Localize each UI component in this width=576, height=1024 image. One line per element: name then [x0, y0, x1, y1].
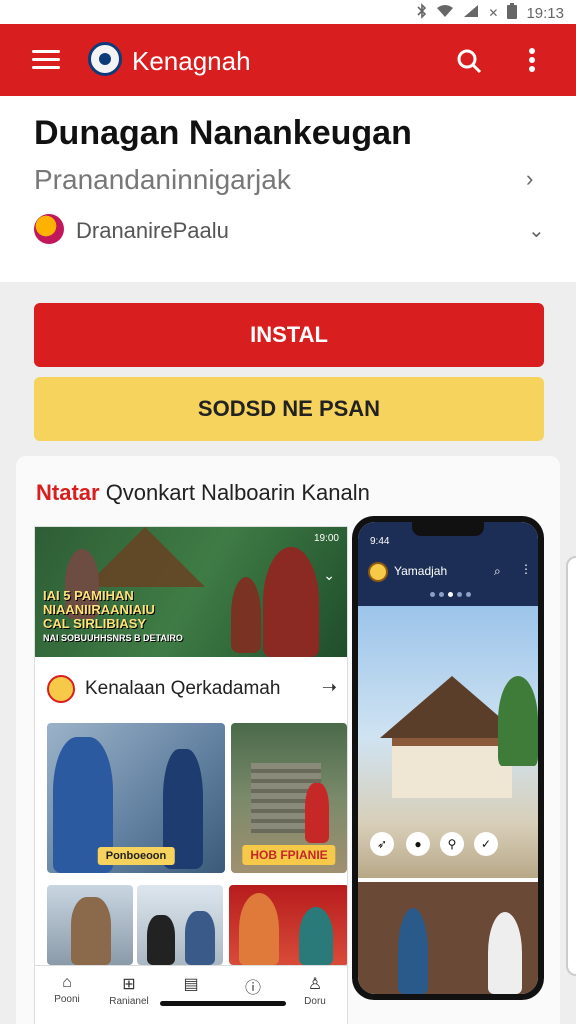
- gallery-title-text: Qvonkart Nalboarin Kanaln: [99, 480, 370, 505]
- location-pin-icon[interactable]: ⚲: [440, 832, 464, 856]
- banner-line: NIAANIIRAANIAIU: [43, 602, 155, 617]
- nav-item-info[interactable]: ⓘ: [223, 974, 283, 1000]
- banner-line: CAL SIRLIBIASY: [43, 616, 147, 631]
- person-figure: [239, 893, 279, 965]
- app-subtitle[interactable]: Pranandaninnigarjak: [34, 164, 291, 196]
- nav-label: Doru: [304, 996, 326, 1007]
- app-logo: [88, 42, 122, 76]
- developer-name[interactable]: DrananirePaalu: [76, 218, 229, 244]
- gallery-title: Ntatar Qvonkart Nalboarin Kanaln: [36, 480, 370, 506]
- banner-line: IAI 5 PAMIHAN: [43, 588, 134, 603]
- nav-item-home[interactable]: ⌂ Pooni: [37, 974, 97, 1005]
- app-bar: Kenagnah: [0, 24, 576, 96]
- person-figure: [147, 915, 175, 965]
- carousel-dot[interactable]: [439, 592, 444, 597]
- mute-icon: ✕: [488, 6, 499, 20]
- carousel-dot[interactable]: [466, 592, 471, 597]
- home-indicator: [160, 1001, 286, 1006]
- signal-icon: [463, 4, 479, 22]
- developer-avatar: [34, 214, 64, 244]
- section-logo-icon: [47, 675, 75, 703]
- app-detail-page: ✕ 19:13 Kenagnah Dunagan Nanankeugan Pra…: [0, 0, 576, 1024]
- gallery-screenshot-3-edge[interactable]: [566, 556, 576, 976]
- carousel-dot[interactable]: [457, 592, 462, 597]
- nav-label: Ranianel: [109, 996, 149, 1007]
- tile-badge: Ponboeoon: [97, 847, 175, 865]
- home-icon: ⌂: [62, 974, 72, 991]
- person-figure: [398, 908, 428, 994]
- more-options-icon[interactable]: ⋮: [520, 562, 532, 576]
- phone-hero-image: ➶ ● ⚲ ✓: [358, 606, 538, 878]
- phone-screen: 9:44 Yamadjah ⌕ ⋮ ➶ ● ⚲ ✓: [358, 522, 538, 994]
- carousel-dot[interactable]: [430, 592, 435, 597]
- location-pin-icon[interactable]: ✓: [474, 832, 498, 856]
- nav-item-profile[interactable]: ♙ Doru: [285, 974, 345, 1007]
- search-icon[interactable]: [456, 48, 482, 79]
- list-icon: ▤: [183, 976, 199, 993]
- gallery-screenshot-2[interactable]: 9:44 Yamadjah ⌕ ⋮ ➶ ● ⚲ ✓: [352, 516, 544, 1000]
- person-figure: [263, 547, 319, 657]
- content-tile[interactable]: [229, 885, 347, 965]
- banner-text: IAI 5 PAMIHAN NIAANIIRAANIAIU CAL SIRLIB…: [43, 589, 233, 645]
- bottom-navigation: ⌂ Pooni ⊞ Ranianel ▤ ⓘ ♙ Doru: [35, 965, 347, 1024]
- info-icon: ⓘ: [244, 980, 261, 997]
- building-wall: [392, 738, 512, 798]
- phone-status-time: 9:44: [370, 536, 390, 547]
- section-header[interactable]: Kenalaan Qerkadamah ➝: [47, 675, 337, 705]
- person-figure: [71, 897, 111, 965]
- app-header-card: Dunagan Nanankeugan Pranandaninnigarjak …: [0, 96, 576, 282]
- carousel-dot[interactable]: [448, 592, 453, 597]
- install-button[interactable]: INSTAL: [34, 303, 544, 367]
- search-icon[interactable]: ⌕: [494, 564, 501, 579]
- chevron-right-icon[interactable]: ›: [526, 166, 533, 192]
- banner-status-time: 19:00: [313, 533, 339, 544]
- person-figure: [488, 912, 522, 994]
- person-figure: [231, 577, 261, 653]
- content-tile[interactable]: Ponboeoon: [47, 723, 225, 873]
- menu-icon[interactable]: [32, 50, 60, 70]
- bluetooth-icon: [417, 3, 427, 23]
- app-name: Dunagan Nanankeugan: [34, 114, 412, 152]
- person-figure: [185, 911, 215, 965]
- nav-item-library[interactable]: ▤: [161, 974, 221, 996]
- phone-notch: [412, 522, 484, 536]
- more-options-icon[interactable]: [528, 46, 536, 79]
- roof-shape: [85, 527, 205, 587]
- wifi-icon: [436, 4, 454, 22]
- secondary-action-button[interactable]: SODSD NE PSAN: [34, 377, 544, 441]
- phone-app-title: Yamadjah: [394, 564, 448, 578]
- section-title: Kenalaan Qerkadamah: [85, 678, 281, 699]
- chevron-down-icon[interactable]: ⌄: [528, 218, 545, 243]
- status-bar: ✕ 19:13: [0, 0, 576, 24]
- arrow-right-icon[interactable]: ➝: [322, 677, 337, 698]
- person-figure: [305, 783, 329, 843]
- nav-item-updates[interactable]: ⊞ Ranianel: [99, 974, 159, 1007]
- content-tile[interactable]: [137, 885, 223, 965]
- tile-badge: HOB FPIANIE: [242, 845, 336, 865]
- tree-shape: [498, 676, 538, 766]
- app-title: Kenagnah: [132, 46, 251, 76]
- phone-photo-row: [358, 882, 538, 994]
- banner-line: NAI SOBUUHHSNRS B DETAIRO: [43, 633, 183, 643]
- content-tile[interactable]: HOB FPIANIE: [231, 723, 347, 873]
- status-time: 19:13: [526, 4, 564, 22]
- location-pin-icon[interactable]: ➶: [370, 832, 394, 856]
- screenshot-gallery: Ntatar Qvonkart Nalboarin Kanaln 19:00 ⌄…: [16, 456, 560, 1024]
- bag-icon: ⊞: [122, 976, 136, 993]
- person-figure: [299, 907, 333, 965]
- carousel-indicator: [430, 592, 471, 597]
- nav-label: Pooni: [54, 994, 80, 1005]
- gallery-screenshot-1[interactable]: 19:00 ⌄ IAI 5 PAMIHAN NIAANIIRAANIAIU CA…: [34, 526, 348, 1024]
- promo-banner: 19:00 ⌄ IAI 5 PAMIHAN NIAANIIRAANIAIU CA…: [35, 527, 347, 657]
- battery-icon: [507, 3, 518, 23]
- location-pin-icon[interactable]: ●: [406, 832, 430, 856]
- person-icon: ♙: [307, 976, 323, 993]
- content-tile[interactable]: [47, 885, 133, 965]
- gallery-title-highlight: Ntatar: [36, 480, 100, 505]
- phone-app-logo: [368, 562, 388, 582]
- chevron-down-icon[interactable]: ⌄: [323, 567, 335, 584]
